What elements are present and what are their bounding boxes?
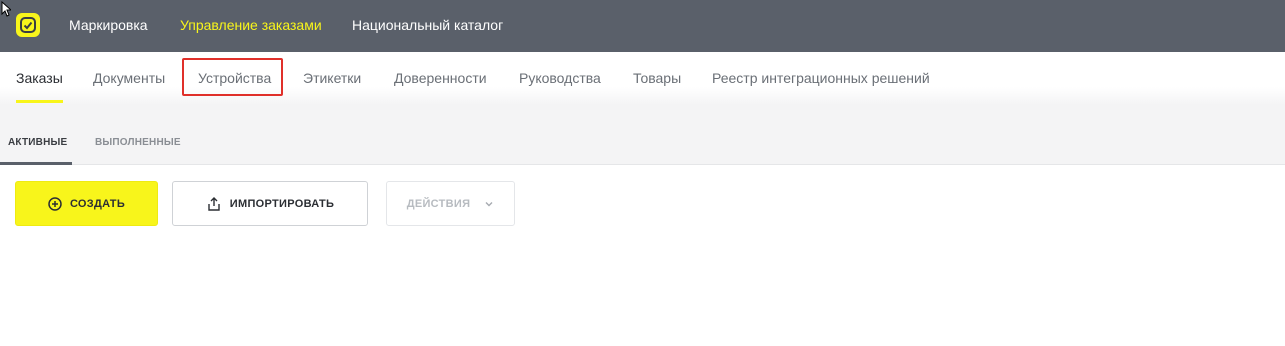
actions-dropdown-label: ДЕЙСТВИЯ [406,197,471,210]
subnav-documents[interactable]: Документы [93,70,165,86]
logo-icon[interactable] [16,13,40,37]
import-button-label: ИМПОРТИРОВАТЬ [229,197,335,210]
create-button-label: СОЗДАТЬ [69,197,126,210]
create-button[interactable]: СОЗДАТЬ [15,181,158,226]
subnav-products[interactable]: Товары [633,70,681,86]
subnav-orders[interactable]: Заказы [16,70,63,86]
tab-completed[interactable]: ВЫПОЛНЕННЫЕ [95,137,181,148]
subnav-integration-registry[interactable]: Реестр интеграционных решений [712,70,930,86]
actions-dropdown[interactable]: ДЕЙСТВИЯ [386,181,515,226]
topnav-marking[interactable]: Маркировка [69,17,148,33]
plus-circle-icon [48,196,62,211]
upload-icon [206,196,222,212]
status-tabs-bar [0,105,1285,165]
cursor-icon [1,1,11,17]
tab-active[interactable]: АКТИВНЫЕ [8,137,67,148]
top-header: Маркировка Управление заказами Националь… [0,0,1285,52]
topnav-order-management[interactable]: Управление заказами [180,17,322,33]
subnav-labels[interactable]: Этикетки [303,70,361,86]
import-button[interactable]: ИМПОРТИРОВАТЬ [172,181,368,226]
subnav-power-of-attorney[interactable]: Доверенности [394,70,487,86]
highlight-frame [182,58,283,96]
subnav-guides[interactable]: Руководства [519,70,601,86]
chevron-down-icon [484,199,494,209]
tab-active-indicator [0,162,72,165]
topnav-national-catalog[interactable]: Национальный каталог [352,17,503,33]
subnav-active-indicator [16,100,63,103]
